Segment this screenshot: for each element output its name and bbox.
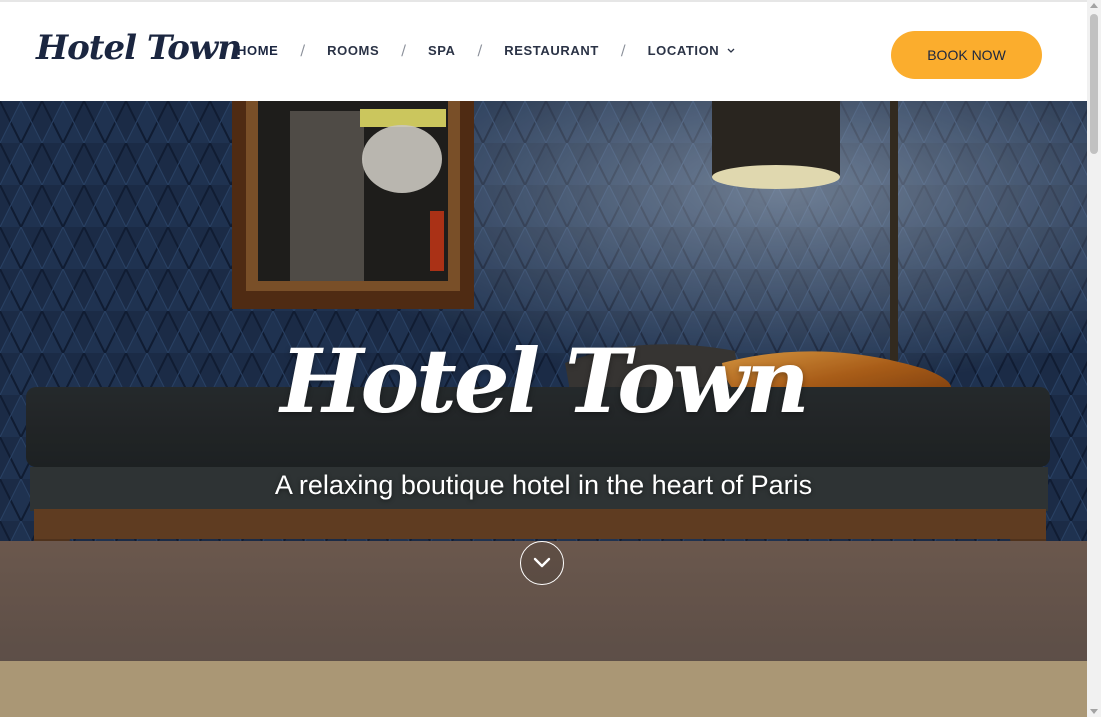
nav-separator: /: [300, 43, 306, 59]
logo[interactable]: Hotel Town: [36, 28, 242, 68]
nav-item-home[interactable]: HOME: [237, 42, 278, 60]
scroll-up-arrow-icon[interactable]: [1090, 3, 1098, 8]
nav-item-location-wrap[interactable]: LOCATION: [648, 42, 736, 60]
hero-subtitle: A relaxing boutique hotel in the heart o…: [274, 470, 813, 500]
nav-item-spa[interactable]: SPA: [428, 42, 456, 60]
page-scrollbar[interactable]: [1087, 0, 1101, 717]
nav-item-rooms[interactable]: ROOMS: [327, 42, 379, 60]
nav-item-location[interactable]: LOCATION: [648, 42, 720, 60]
site-header: Hotel Town HOME / ROOMS / SPA / RESTAURA…: [0, 0, 1087, 101]
chevron-down-icon: [727, 46, 735, 57]
scroll-down-arrow-icon[interactable]: [1090, 709, 1098, 714]
nav-separator: /: [620, 43, 626, 59]
scroll-down-button[interactable]: [520, 541, 564, 585]
chevron-down-icon: [533, 557, 551, 568]
hero-section: Hotel Town A relaxing boutique hotel in …: [0, 101, 1087, 717]
book-now-button[interactable]: BOOK NOW: [891, 31, 1042, 79]
hero-title: Hotel Town: [280, 329, 809, 433]
nav-separator: /: [401, 43, 406, 59]
scrollbar-thumb[interactable]: [1090, 14, 1098, 154]
main-nav: HOME / ROOMS / SPA / RESTAURANT / LOCATI…: [237, 42, 735, 60]
nav-item-restaurant[interactable]: RESTAURANT: [504, 42, 599, 60]
nav-separator: /: [477, 43, 483, 59]
